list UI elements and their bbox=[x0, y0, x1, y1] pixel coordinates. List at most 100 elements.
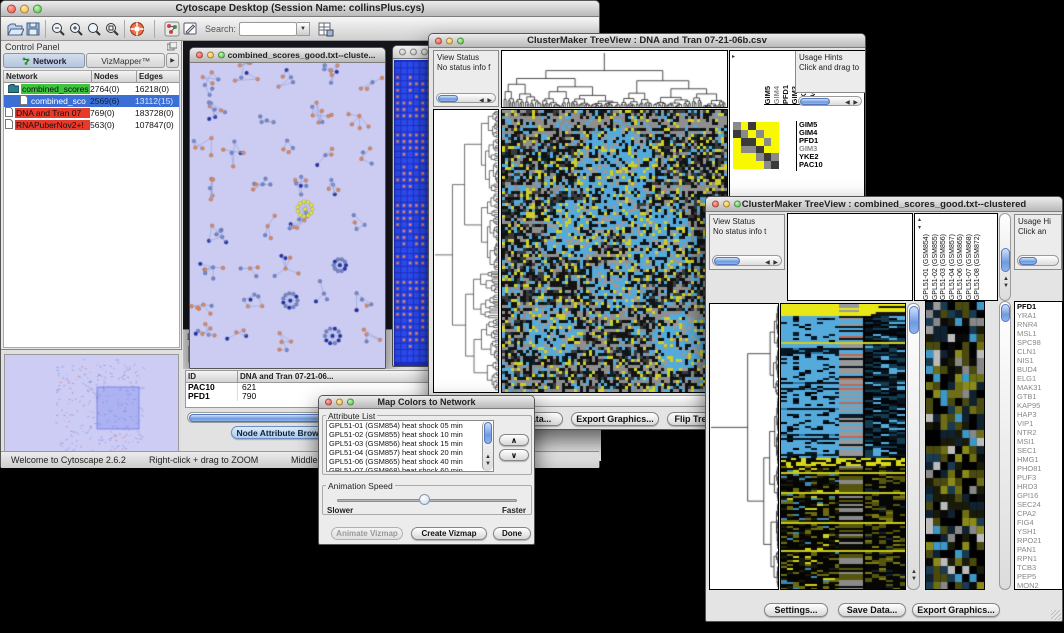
gene-label[interactable]: MON2 bbox=[1017, 581, 1062, 590]
attribute-listbox[interactable]: GPL51-01 (GSM854) heat shock 05 min GPL51… bbox=[326, 420, 494, 472]
close-button[interactable] bbox=[325, 399, 332, 406]
tv2-save-data-button[interactable]: Save Data... bbox=[838, 603, 906, 617]
scroll-arrows[interactable]: ▲▼ bbox=[485, 454, 491, 468]
tv2-genes-vscrollbar[interactable] bbox=[999, 301, 1011, 590]
resize-grip[interactable] bbox=[1051, 610, 1061, 620]
zoom-in-icon[interactable] bbox=[67, 20, 85, 38]
close-button[interactable] bbox=[196, 52, 203, 59]
search-input[interactable] bbox=[239, 22, 297, 36]
gene-label[interactable]: HMG1 bbox=[1017, 455, 1062, 464]
tv2-zoom-heatmap-panel[interactable] bbox=[925, 301, 985, 590]
zoom-button[interactable] bbox=[347, 399, 354, 406]
tab-vizmapper[interactable]: VizMapper™ bbox=[86, 53, 165, 68]
gene-label[interactable]: FIG4 bbox=[1017, 518, 1062, 527]
scroll-arrows[interactable]: ▴▾ bbox=[916, 216, 923, 232]
gene-label[interactable]: PEP5 bbox=[1017, 572, 1062, 581]
close-button[interactable] bbox=[435, 37, 442, 44]
tv1-heatmap-panel[interactable] bbox=[501, 109, 728, 393]
gene-label[interactable]: CLN1 bbox=[1017, 347, 1062, 356]
save-session-icon[interactable] bbox=[24, 20, 42, 38]
tv2-heatmap-canvas[interactable] bbox=[781, 304, 905, 589]
move-down-button[interactable]: ∨ bbox=[499, 449, 529, 461]
help-lifering-icon[interactable] bbox=[128, 20, 146, 38]
tv2-status-scrollbar[interactable]: ◀ ▶ bbox=[712, 255, 782, 266]
attribute-list-item[interactable]: GPL51-07 (GSM868) heat shock 60 min bbox=[327, 466, 493, 472]
tv1-row-label[interactable]: PAC10 bbox=[799, 161, 864, 169]
array-column-label[interactable]: GPL51-07 (GSM868) bbox=[966, 234, 974, 300]
close-button[interactable] bbox=[7, 4, 16, 13]
array-column-label[interactable]: GPL51-02 (GSM855) bbox=[932, 234, 940, 300]
gene-label[interactable]: NIS1 bbox=[1017, 356, 1062, 365]
tab-network[interactable]: Network bbox=[3, 53, 85, 68]
gene-label[interactable]: YSH1 bbox=[1017, 527, 1062, 536]
tv1-left-dendrogram-panel[interactable] bbox=[433, 109, 499, 393]
col-header-nodes[interactable]: Nodes bbox=[92, 71, 137, 83]
tv1-column-label[interactable]: GIM5 bbox=[764, 86, 772, 104]
network-tree-row[interactable]: combined_scores2764(0)16218(0) bbox=[4, 83, 179, 95]
tv1-left-dendrogram-canvas[interactable] bbox=[434, 110, 498, 392]
gene-label[interactable]: VIP1 bbox=[1017, 419, 1062, 428]
gene-label[interactable]: NTR2 bbox=[1017, 428, 1062, 437]
gene-label[interactable]: BUD4 bbox=[1017, 365, 1062, 374]
gene-label[interactable]: HRD3 bbox=[1017, 482, 1062, 491]
tab-overflow-button[interactable]: ▶ bbox=[166, 53, 179, 68]
gene-label[interactable]: RPO21 bbox=[1017, 536, 1062, 545]
gene-label[interactable]: KAP95 bbox=[1017, 401, 1062, 410]
zoom-button[interactable] bbox=[734, 201, 741, 208]
tv2-export-graphics-button[interactable]: Export Graphics... bbox=[912, 603, 1000, 617]
tv2-usage-scrollbar[interactable] bbox=[1017, 255, 1059, 266]
network-window-titlebar[interactable]: combined_scores_good.txt--cluste... bbox=[190, 48, 385, 63]
tv1-zoom-heatmap[interactable] bbox=[733, 122, 779, 169]
treeview2-titlebar[interactable]: ClusterMaker TreeView : combined_scores_… bbox=[706, 197, 1062, 212]
treeview1-titlebar[interactable]: ClusterMaker TreeView : DNA and Tran 07-… bbox=[429, 34, 865, 48]
tv1-export-graphics-button[interactable]: Export Graphics... bbox=[571, 412, 659, 426]
network-tree-row[interactable]: RNAPuberNov2+!563(0)107847(0) bbox=[4, 119, 179, 131]
minimize-button[interactable] bbox=[446, 37, 453, 44]
attribute-browser-icon[interactable] bbox=[316, 20, 334, 38]
tv1-top-dendrogram-panel[interactable] bbox=[501, 50, 728, 108]
tv2-zoom-heatmap-canvas[interactable] bbox=[926, 302, 984, 589]
gene-label[interactable]: SPC98 bbox=[1017, 338, 1062, 347]
network-manager-icon[interactable] bbox=[163, 20, 181, 38]
tv1-top-dendrogram-canvas[interactable] bbox=[502, 51, 727, 107]
gene-label[interactable]: PFD1 bbox=[1017, 302, 1062, 311]
gene-label[interactable]: PAN1 bbox=[1017, 545, 1062, 554]
tv1-zoom-row-labels[interactable]: GIM5GIM4PFD1GIM3YKE2PAC10 bbox=[796, 121, 864, 171]
zoom-button[interactable] bbox=[33, 4, 42, 13]
zoom-button[interactable] bbox=[457, 37, 464, 44]
annotation-icon[interactable] bbox=[181, 20, 199, 38]
gene-label[interactable]: HAP3 bbox=[1017, 410, 1062, 419]
tv2-labels-vscrollbar[interactable]: ▲▼ bbox=[999, 213, 1011, 301]
dialog-titlebar[interactable]: Map Colors to Network bbox=[319, 396, 534, 409]
data-col-attr[interactable]: DNA and Tran 07-21-06... bbox=[238, 371, 438, 383]
tv2-heatmap-vscrollbar[interactable]: ▲▼ bbox=[907, 303, 920, 590]
gene-label[interactable]: ELG1 bbox=[1017, 374, 1062, 383]
gene-label[interactable]: SEC24 bbox=[1017, 500, 1062, 509]
gene-label[interactable]: PUF3 bbox=[1017, 473, 1062, 482]
tv2-gene-label-list[interactable]: PFD1YRA1RNR4MSL1SPC98CLN1NIS1BUD4ELG1MAK… bbox=[1014, 301, 1063, 590]
move-up-button[interactable]: ∧ bbox=[499, 434, 529, 446]
scroll-arrows[interactable]: ◀ ▶ bbox=[479, 96, 493, 103]
tv2-left-dendrogram-canvas[interactable] bbox=[710, 304, 778, 589]
close-button[interactable] bbox=[712, 201, 719, 208]
attribute-list-item[interactable]: GPL51-01 (GSM854) heat shock 05 min bbox=[327, 421, 493, 430]
col-header-network[interactable]: Network bbox=[4, 71, 92, 83]
array-column-label[interactable]: GPL51-08 (GSM872) bbox=[974, 234, 982, 300]
scroll-arrows[interactable]: ◀ ▶ bbox=[765, 258, 779, 266]
attribute-list-item[interactable]: GPL51-06 (GSM865) heat shock 40 min bbox=[327, 457, 493, 466]
tv2-settings-button[interactable]: Settings... bbox=[764, 603, 828, 617]
scroll-arrows[interactable]: ▸ bbox=[732, 53, 736, 60]
zoom-button[interactable] bbox=[218, 52, 225, 59]
attribute-list-item[interactable]: GPL51-04 (GSM857) heat shock 20 min bbox=[327, 448, 493, 457]
open-session-icon[interactable] bbox=[6, 20, 24, 38]
scroll-arrows[interactable]: ◀ ▶ bbox=[845, 99, 859, 106]
animate-vizmap-button[interactable]: Animate Vizmap bbox=[331, 527, 403, 540]
gene-label[interactable]: PHO81 bbox=[1017, 464, 1062, 473]
attribute-list-vscrollbar[interactable]: ▲▼ bbox=[482, 421, 493, 471]
zoom-fit-icon[interactable] bbox=[85, 20, 103, 38]
done-button[interactable]: Done bbox=[493, 527, 531, 540]
gene-label[interactable]: YRA1 bbox=[1017, 311, 1062, 320]
tv1-column-label[interactable]: PFD1 bbox=[782, 85, 790, 104]
zoom-out-icon[interactable] bbox=[49, 20, 67, 38]
create-vizmap-button[interactable]: Create Vizmap bbox=[411, 527, 487, 540]
